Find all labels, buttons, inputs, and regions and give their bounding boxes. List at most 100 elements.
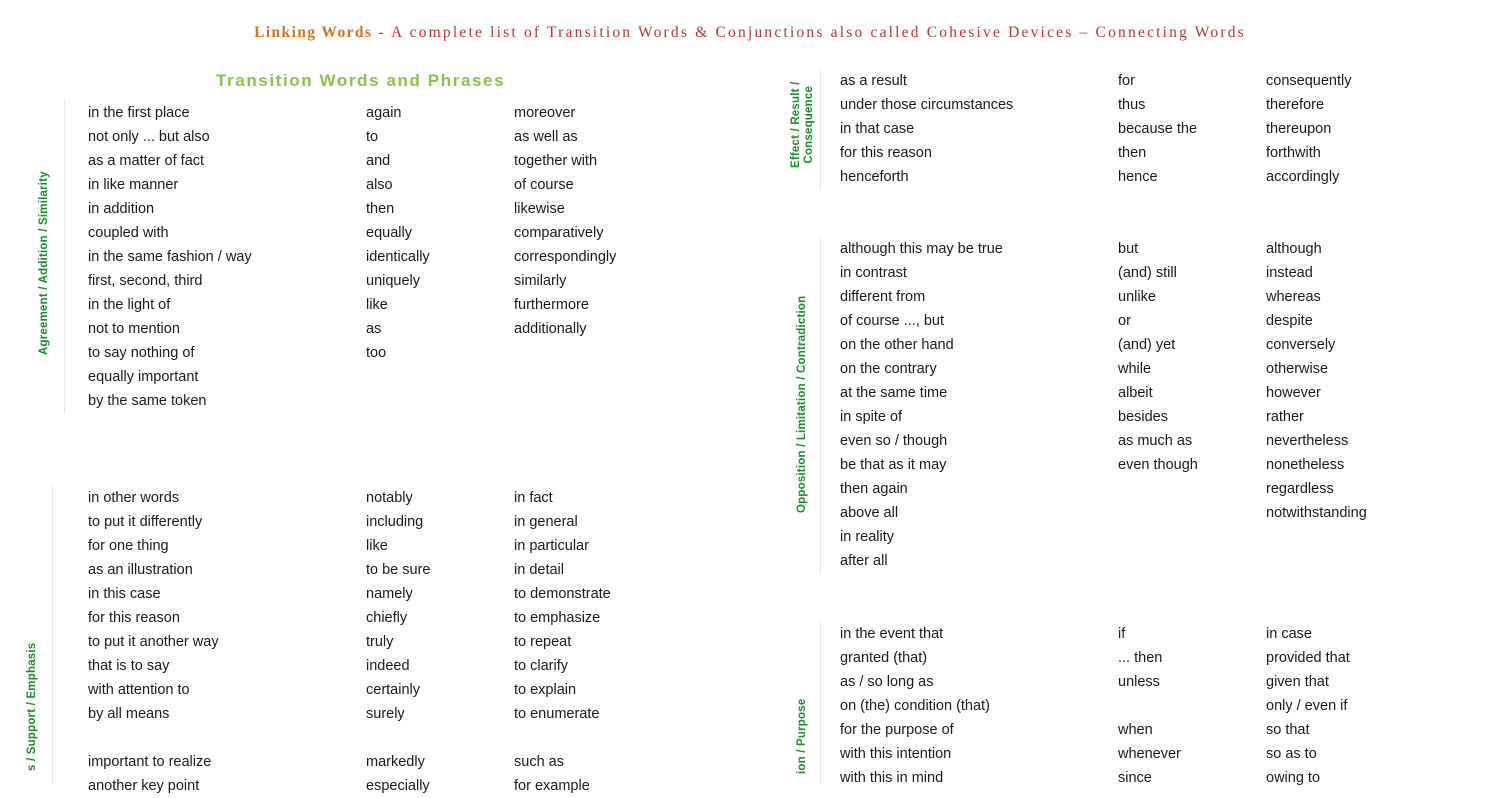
phrase-cell: however <box>1266 385 1321 401</box>
phrase-cell: for <box>1118 73 1135 89</box>
phrase-cell: in particular <box>514 538 589 554</box>
phrase-cell: like <box>366 538 388 554</box>
phrase-cell: in reality <box>840 529 894 545</box>
phrase-row: henceforth hence accordingly <box>840 165 1481 189</box>
phrase-cell: with attention to <box>88 682 190 698</box>
phrase-cell: truly <box>366 634 394 650</box>
phrase-cell: furthermore <box>514 297 589 313</box>
phrase-row: on the contrary while otherwise <box>840 357 1481 381</box>
phrase-cell: for example <box>514 778 590 794</box>
phrase-cell: in addition <box>88 201 155 217</box>
phrase-row: important to realize markedly such as <box>88 750 714 774</box>
phrase-cell: as well as <box>514 129 578 145</box>
phrase-cell: whenever <box>1118 746 1181 762</box>
phrase-cell: owing to <box>1266 770 1321 786</box>
phrase-row: granted (that) ... then provided that <box>840 646 1481 670</box>
category-label-agreement: Agreement / Addition / Similarity <box>38 171 50 355</box>
phrase-cell: but <box>1118 241 1139 257</box>
phrase-cell: under those circumstances <box>840 97 1014 113</box>
divider-opposition <box>820 237 821 573</box>
phrase-row <box>88 726 714 750</box>
phrase-cell: consequently <box>1266 73 1352 89</box>
phrase-cell: given that <box>1266 674 1329 690</box>
phrase-cell: as a result <box>840 73 907 89</box>
phrase-cell <box>1266 525 1481 549</box>
phrase-row: in that case because the thereupon <box>840 117 1481 141</box>
phrase-cell: to put it another way <box>88 634 219 650</box>
phrase-cell: when <box>1118 722 1153 738</box>
category-label-effect-line1: Effect / Result / <box>790 81 802 168</box>
phrase-row: for this reason then forthwith <box>840 141 1481 165</box>
phrase-cell: while <box>1118 361 1152 377</box>
phrase-cell: (and) yet <box>1118 337 1176 353</box>
phrase-cell: at the same time <box>840 385 948 401</box>
phrase-cell: then <box>1118 145 1147 161</box>
phrase-cell <box>366 389 514 413</box>
category-label-examples: s / Support / Emphasis <box>26 642 38 771</box>
phrase-cell: for the purpose of <box>840 722 954 738</box>
phrase-cell: to explain <box>514 682 577 698</box>
phrase-cell: in this case <box>88 586 161 602</box>
phrase-row: another key point especially for example <box>88 774 714 798</box>
phrase-cell: correspondingly <box>514 249 617 265</box>
divider-effect <box>820 69 821 189</box>
phrase-cell: coupled with <box>88 225 169 241</box>
phrase-cell: unlike <box>1118 289 1156 305</box>
phrase-cell: together with <box>514 153 598 169</box>
phrase-cell: as <box>366 321 382 337</box>
phrase-cell <box>514 341 714 365</box>
phrase-cell <box>1118 501 1266 525</box>
phrase-cell: nevertheless <box>1266 433 1349 449</box>
phrase-row: different from unlike whereas <box>840 285 1481 309</box>
phrase-cell: thereupon <box>1266 121 1332 137</box>
phrase-row: as a result for consequently <box>840 69 1481 93</box>
phrase-cell: also <box>366 177 393 193</box>
phrase-cell: in other words <box>88 490 180 506</box>
phrase-cell: if <box>1118 626 1126 642</box>
phrase-cell: therefore <box>1266 97 1325 113</box>
phrase-cell: instead <box>1266 265 1313 281</box>
phrase-row: in the light of like furthermore <box>88 293 714 317</box>
phrase-cell: too <box>366 345 387 361</box>
phrase-cell <box>1118 525 1266 549</box>
phrase-row: of course ..., but or despite <box>840 309 1481 333</box>
phrase-cell: since <box>1118 770 1152 786</box>
phrase-row: for the purpose of when so that <box>840 718 1481 742</box>
phrase-cell: be that as it may <box>840 457 947 473</box>
phrase-cell: in case <box>1266 626 1312 642</box>
phrase-cell: in detail <box>514 562 564 578</box>
phrase-cell: although this may be true <box>840 241 1003 257</box>
phrase-row: for one thing like in particular <box>88 534 714 558</box>
phrase-cell: to <box>366 129 379 145</box>
phrase-row: be that as it may even though nonetheless <box>840 453 1481 477</box>
category-block-examples: in other words notably in fact to put it di… <box>88 486 714 798</box>
phrase-cell: equally important <box>88 369 199 385</box>
phrase-cell: by all means <box>88 706 170 722</box>
phrase-cell: like <box>366 297 388 313</box>
phrase-cell: forthwith <box>1266 145 1321 161</box>
divider-condition <box>820 622 821 785</box>
phrase-rows-examples: in other words notably in fact to put it di… <box>88 486 714 798</box>
phrase-rows-effect: as a result for consequently under those ci… <box>840 69 1481 189</box>
phrase-row: in the same fashion / way identically corr… <box>88 245 714 269</box>
phrase-cell: indeed <box>366 658 410 674</box>
phrase-rows-opposition: although this may be true but although in c… <box>840 237 1481 573</box>
phrase-cell <box>1118 477 1266 501</box>
phrase-cell: besides <box>1118 409 1168 425</box>
phrase-cell: markedly <box>366 754 425 770</box>
phrase-cell: to emphasize <box>514 610 601 626</box>
category-block-effect: as a result for consequently under those ci… <box>840 69 1481 189</box>
phrase-row: then again regardless <box>840 477 1481 501</box>
phrase-row: to put it differently including in general <box>88 510 714 534</box>
phrase-cell: on the other hand <box>840 337 954 353</box>
phrase-cell: in general <box>514 514 578 530</box>
phrase-cell: to say nothing of <box>88 345 195 361</box>
phrase-cell: first, second, third <box>88 273 203 289</box>
category-label-effect-line2: Consequence <box>803 85 815 164</box>
phrase-cell: then again <box>840 481 908 497</box>
phrase-cell: of course <box>514 177 574 193</box>
phrase-cell: additionally <box>514 321 587 337</box>
phrase-cell: conversely <box>1266 337 1336 353</box>
phrase-cell: as a matter of fact <box>88 153 205 169</box>
phrase-row: although this may be true but although <box>840 237 1481 261</box>
